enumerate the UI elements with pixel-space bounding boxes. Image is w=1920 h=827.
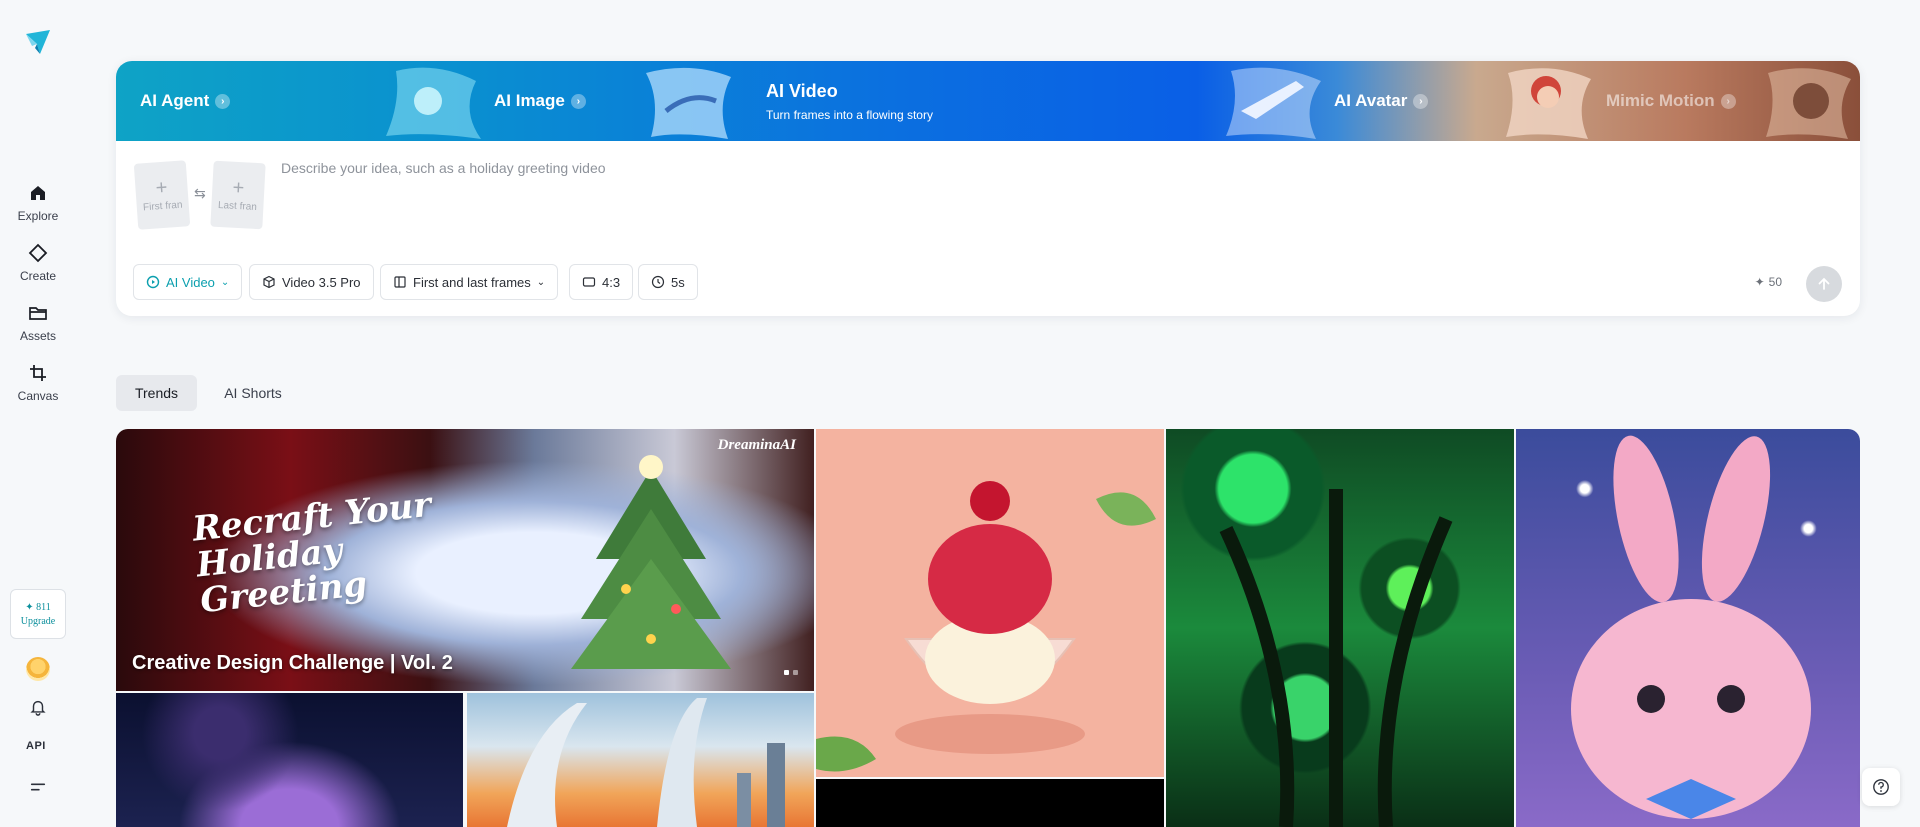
- sidebar-item-label: Canvas: [17, 389, 59, 403]
- tab-ai-video[interactable]: AI Video Turn frames into a flowing stor…: [766, 61, 933, 141]
- ai-image-art-icon: [386, 67, 481, 139]
- frames-icon: [394, 276, 406, 288]
- sparkle-icon: ✦: [1754, 275, 1765, 289]
- tab-trends[interactable]: Trends: [116, 375, 197, 411]
- avatar[interactable]: [26, 657, 50, 681]
- help-button[interactable]: [1862, 768, 1900, 806]
- chevron-down-icon: ⌄: [536, 276, 546, 288]
- plus-icon: +: [154, 176, 169, 199]
- frames-label: First and last frames: [413, 274, 531, 290]
- tab-label: AI Video: [766, 80, 838, 101]
- upgrade-link[interactable]: Upgrade: [21, 616, 55, 627]
- prompt-area: + First fran ⇆ + Last fran Describe your…: [116, 141, 1860, 316]
- last-frame-label: Last fran: [217, 199, 258, 213]
- api-link[interactable]: API: [26, 740, 46, 752]
- sidebar-item-canvas[interactable]: Canvas: [0, 363, 76, 403]
- mode-label: AI Video: [166, 274, 215, 290]
- creation-panel: AI Agent › AI Image › AI Video Turn fram…: [116, 61, 1860, 316]
- chevron-right-icon: ›: [1413, 93, 1429, 109]
- menu-icon[interactable]: [28, 777, 48, 797]
- sidebar-item-label: Create: [19, 269, 57, 283]
- tab-ai-agent[interactable]: AI Agent ›: [140, 61, 231, 141]
- sidebar-item-create[interactable]: Create: [0, 243, 76, 283]
- featured-art-text: Recraft Your Holiday Greeting: [190, 484, 434, 622]
- dolphin-art-icon: [646, 67, 731, 139]
- tab-label: Mimic Motion: [1606, 91, 1715, 110]
- tab-ai-shorts[interactable]: AI Shorts: [210, 375, 296, 411]
- credit-cost: ✦ 50: [1755, 275, 1782, 289]
- plus-icon: +: [231, 176, 245, 199]
- tab-ai-avatar[interactable]: AI Avatar ›: [1334, 61, 1429, 141]
- tab-label: AI Agent: [140, 91, 210, 110]
- jet-art-icon: [1226, 67, 1321, 139]
- app-logo[interactable]: [24, 28, 52, 56]
- avatar-art-icon: [1506, 68, 1591, 139]
- credits-count: ✦ 811: [25, 601, 51, 613]
- model-select[interactable]: Video 3.5 Pro: [249, 264, 374, 300]
- tab-mimic-motion[interactable]: Mimic Motion ›: [1606, 61, 1736, 141]
- last-frame-upload[interactable]: + Last fran: [210, 160, 266, 230]
- mode-tabbar: AI Agent › AI Image › AI Video Turn fram…: [116, 61, 1860, 141]
- sorbet-image-card[interactable]: [816, 429, 1164, 777]
- futuristic-city-card[interactable]: [467, 693, 814, 827]
- clock-icon: [651, 275, 665, 289]
- psychedelic-forest-card[interactable]: [1166, 429, 1514, 827]
- chevron-right-icon: ›: [570, 93, 586, 109]
- question-icon: [1873, 779, 1889, 795]
- prompt-input[interactable]: Describe your idea, such as a holiday gr…: [281, 160, 606, 176]
- frames-select[interactable]: First and last frames ⌄: [380, 264, 559, 300]
- pink-bunny-image: [1571, 435, 1811, 819]
- arrow-up-icon: [1818, 277, 1830, 290]
- ratio-label: 4:3: [602, 274, 621, 290]
- carousel-dots[interactable]: [784, 670, 798, 675]
- chevron-right-icon: ›: [215, 93, 231, 109]
- christmas-tree-image: [571, 455, 731, 669]
- sidebar-item-explore[interactable]: Explore: [0, 183, 76, 223]
- credits-value: 811: [36, 601, 51, 613]
- first-frame-label: First fran: [142, 199, 183, 213]
- sorbet-image: [816, 481, 1156, 772]
- home-icon: [31, 186, 45, 200]
- tab-label: AI Image: [494, 91, 565, 110]
- credits-upgrade-box[interactable]: ✦ 811 Upgrade: [10, 589, 66, 639]
- sidebar-item-label: Assets: [19, 329, 56, 343]
- diamond-icon: [28, 243, 48, 263]
- featured-title: Creative Design Challenge | Vol. 2: [132, 652, 453, 674]
- dark-video-card[interactable]: [816, 779, 1164, 827]
- generate-button[interactable]: [1806, 266, 1842, 302]
- duration-label: 5s: [671, 274, 685, 290]
- sidebar-item-assets[interactable]: Assets: [0, 303, 76, 343]
- bell-icon[interactable]: [28, 697, 48, 717]
- space-image-card[interactable]: [116, 693, 463, 827]
- tab-ai-image[interactable]: AI Image ›: [494, 61, 586, 141]
- folder-icon: [29, 307, 47, 320]
- tree-branches-image: [1219, 489, 1453, 827]
- cube-icon: [263, 275, 275, 289]
- duration-select[interactable]: 5s: [638, 264, 698, 300]
- sidebar-item-label: Explore: [17, 209, 59, 223]
- chevron-right-icon: ›: [1720, 93, 1736, 109]
- pink-bunny-card[interactable]: [1516, 429, 1860, 827]
- featured-challenge-card[interactable]: Recraft Your Holiday Greeting DreaminaAI…: [116, 429, 814, 691]
- video-mode-icon: [146, 275, 160, 289]
- ratio-select[interactable]: 4:3: [569, 264, 634, 300]
- first-frame-upload[interactable]: + First fran: [133, 160, 191, 230]
- motion-art-icon: [1766, 68, 1851, 139]
- tab-label: AI Avatar: [1334, 91, 1408, 110]
- model-label: Video 3.5 Pro: [282, 274, 361, 290]
- tab-subtitle: Turn frames into a flowing story: [766, 107, 933, 122]
- dreamina-watermark: DreaminaAI: [717, 437, 796, 453]
- credit-cost-value: 50: [1768, 275, 1782, 289]
- swap-icon[interactable]: ⇆: [194, 185, 206, 202]
- crop-icon: [30, 365, 46, 381]
- aspect-ratio-icon: [582, 277, 596, 287]
- chevron-down-icon: ⌄: [220, 276, 230, 288]
- mode-select[interactable]: AI Video ⌄: [133, 264, 243, 300]
- city-skyline-image: [507, 698, 785, 827]
- sidebar: Explore Create Assets Canvas ✦ 811 Upgra…: [0, 0, 76, 827]
